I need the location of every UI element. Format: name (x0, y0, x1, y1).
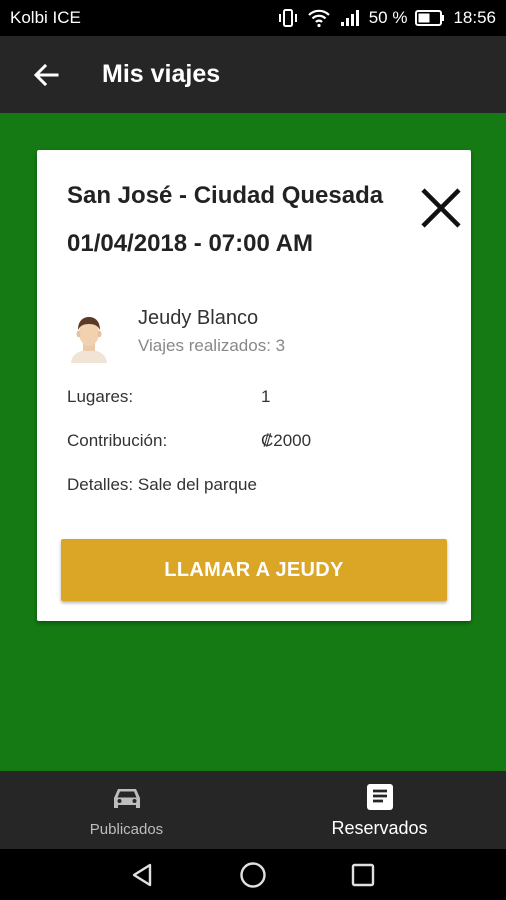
contribution-label: Contribución: (67, 431, 168, 450)
nav-item-publicados[interactable]: Publicados (0, 771, 253, 849)
battery-icon (415, 9, 445, 27)
car-icon (112, 783, 142, 813)
recents-square-icon (351, 863, 375, 886)
arrow-back-icon (33, 63, 59, 86)
driver-trips-count: Viajes realizados: 3 (138, 336, 286, 355)
trip-details: Detalles: Sale del parque (67, 475, 257, 494)
status-icons: 50 % 18:56 (277, 8, 496, 28)
avatar-icon (67, 313, 111, 363)
home-circle-icon (240, 861, 266, 888)
call-driver-button[interactable]: LLAMAR A JEUDY (61, 539, 447, 601)
system-back-button[interactable] (123, 855, 163, 895)
back-triangle-icon (132, 863, 152, 886)
main-content: San José - Ciudad Quesada 01/04/2018 - 0… (0, 113, 506, 771)
trip-card: San José - Ciudad Quesada 01/04/2018 - 0… (37, 150, 471, 621)
app-bar: Mis viajes (0, 36, 506, 113)
carrier-label: Kolbi ICE (10, 8, 81, 27)
close-button[interactable] (419, 186, 463, 230)
system-home-button[interactable] (233, 855, 273, 895)
driver-name: Jeudy Blanco (138, 307, 259, 329)
signal-icon (339, 8, 361, 28)
battery-percent: 50 % (368, 8, 408, 27)
status-bar: Kolbi ICE 50 % 18:56 (0, 0, 506, 36)
clock: 18:56 (453, 8, 496, 27)
bottom-navigation: Publicados Reservados (0, 771, 506, 849)
back-button[interactable] (16, 45, 76, 105)
system-navigation-bar (0, 849, 506, 900)
system-recents-button[interactable] (343, 855, 383, 895)
nav-item-reservados[interactable]: Reservados (253, 771, 506, 849)
trip-datetime: 01/04/2018 - 07:00 AM (67, 230, 313, 257)
seats-value: 1 (261, 387, 271, 406)
contribution-value: ₡2000 (261, 431, 312, 450)
nav-label-publicados: Publicados (89, 820, 164, 838)
close-icon (421, 188, 461, 228)
wifi-icon (307, 8, 331, 28)
trip-route: San José - Ciudad Quesada (67, 182, 384, 209)
seats-label: Lugares: (67, 387, 134, 406)
vibrate-icon (277, 8, 299, 28)
page-title: Mis viajes (102, 60, 221, 88)
nav-label-reservados: Reservados (331, 817, 428, 838)
receipt-icon (366, 782, 394, 812)
